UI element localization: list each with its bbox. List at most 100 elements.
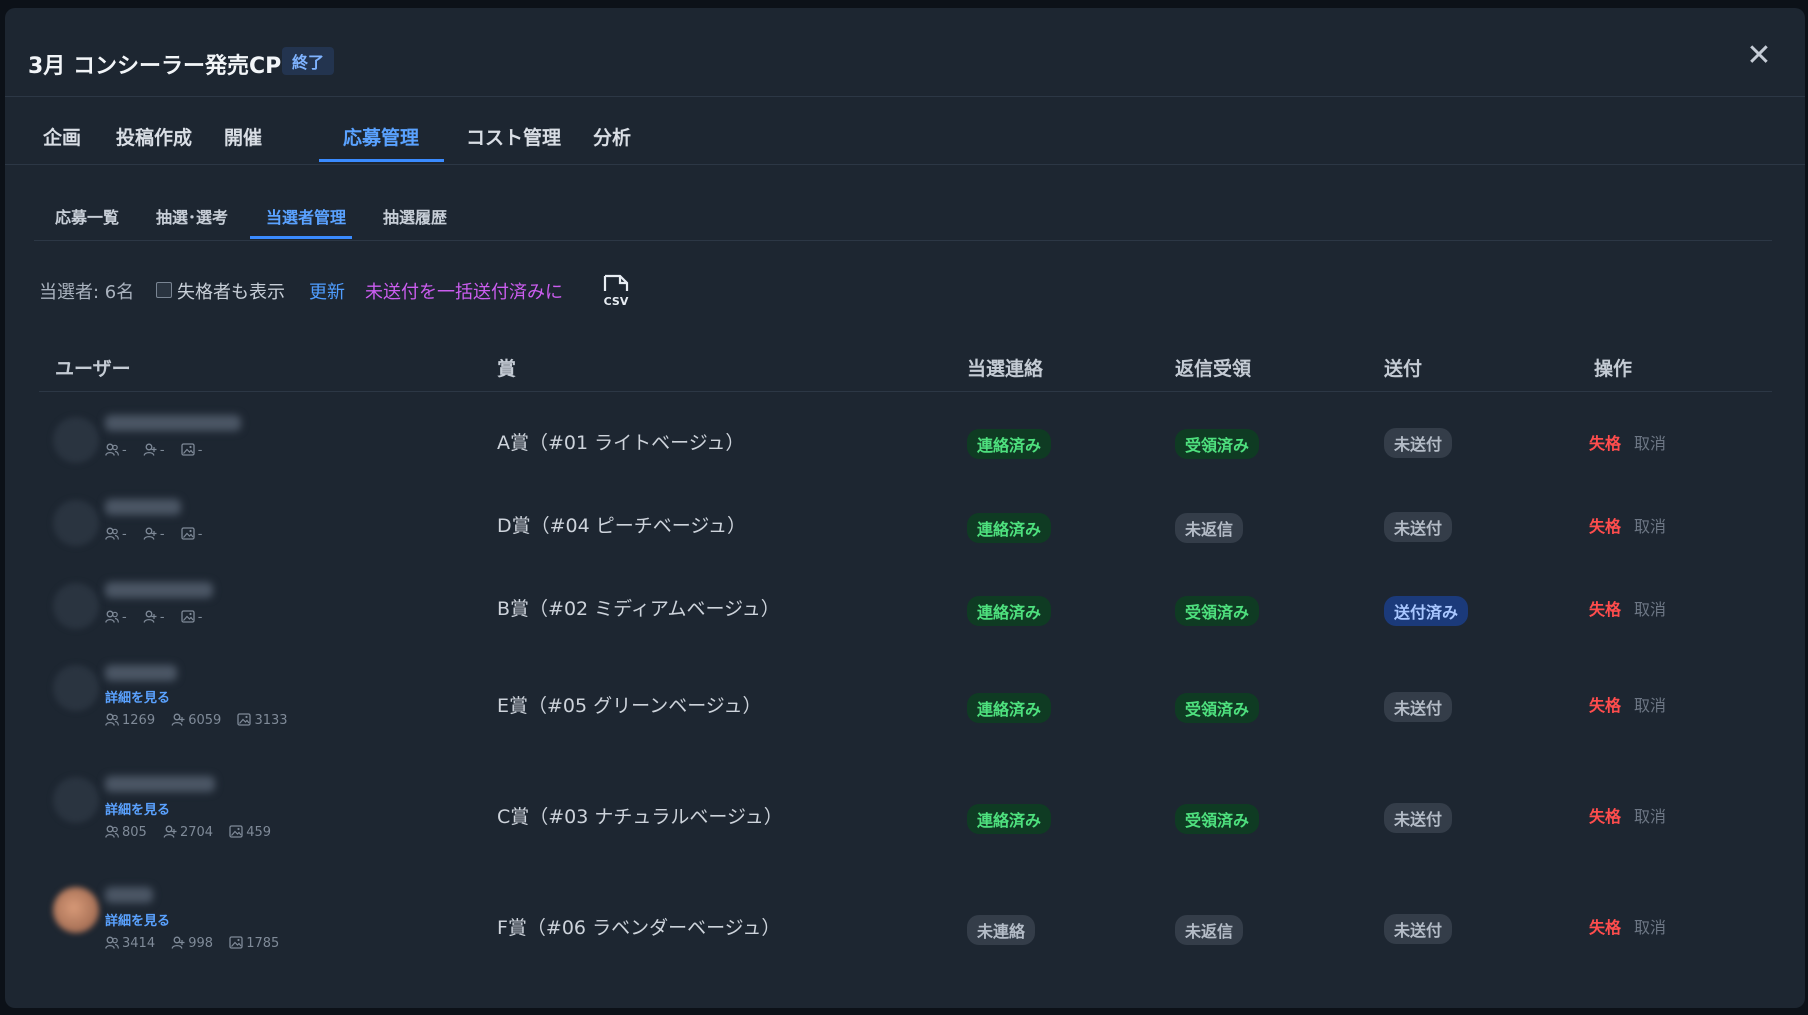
- cancel-button[interactable]: 取消: [1634, 803, 1666, 827]
- prize-name: D賞（#04 ピーチベージュ）: [497, 515, 747, 537]
- following-icon: [143, 443, 157, 456]
- disqualify-button[interactable]: 失格: [1589, 513, 1621, 537]
- tab-planning[interactable]: 企画: [43, 123, 81, 150]
- prize-name: A賞（#01 ライトベージュ）: [497, 432, 745, 454]
- shipping-status[interactable]: 未送付: [1384, 512, 1453, 542]
- winner-count: 当選者: 6名: [39, 282, 135, 303]
- tab-post-creation[interactable]: 投稿作成: [116, 123, 192, 150]
- avatar[interactable]: [53, 665, 99, 711]
- reply-status: 未返信: [1175, 915, 1244, 945]
- followers-icon: [105, 443, 119, 456]
- sub-tabs: 応募一覧 抽選･選考 当選者管理 抽選履歴: [34, 190, 1772, 241]
- followers-count: 3414: [122, 936, 156, 951]
- subtab-winner-management[interactable]: 当選者管理: [266, 204, 346, 228]
- shipping-status[interactable]: 未送付: [1384, 803, 1453, 833]
- avatar[interactable]: [53, 583, 99, 629]
- table-header: ユーザー 賞 当選連絡 返信受領 送付 操作: [39, 345, 1772, 392]
- cancel-button[interactable]: 取消: [1634, 430, 1666, 454]
- shipping-status[interactable]: 送付済み: [1384, 596, 1469, 626]
- tab-cost-management[interactable]: コスト管理: [466, 123, 561, 150]
- following-count: -: [159, 527, 165, 542]
- prize-name: E賞（#05 グリーンベージュ）: [497, 695, 762, 717]
- following-icon: [171, 713, 185, 726]
- posts-icon: [181, 610, 195, 623]
- refresh-link[interactable]: 更新: [309, 278, 345, 304]
- csv-download-icon[interactable]: CSV: [601, 274, 631, 308]
- username[interactable]: [105, 582, 213, 598]
- contact-status: 連絡済み: [967, 513, 1052, 543]
- winner-table: ユーザー 賞 当選連絡 返信受領 送付 操作 - - - A賞（#01 ライトベ…: [39, 345, 1772, 951]
- following-icon: [143, 527, 157, 540]
- following-count: 998: [188, 936, 214, 951]
- following-icon: [163, 825, 177, 838]
- shipping-status[interactable]: 未送付: [1384, 428, 1453, 458]
- tab-entry-management[interactable]: 応募管理: [343, 123, 419, 150]
- posts-icon: [181, 443, 195, 456]
- cancel-button[interactable]: 取消: [1634, 513, 1666, 537]
- campaign-modal: 3月 コンシーラー発売CP 終了 ✕ 企画 投稿作成 開催 応募管理 コスト管理…: [5, 8, 1805, 1008]
- contact-status: 連絡済み: [967, 804, 1052, 834]
- disqualify-button[interactable]: 失格: [1589, 430, 1621, 454]
- reply-status: 受領済み: [1175, 804, 1260, 834]
- winner-toolbar: 当選者: 6名 失格者も表示 更新 未送付を一括送付済みに CSV: [39, 274, 739, 308]
- contact-status: 連絡済み: [967, 693, 1052, 723]
- view-details-link[interactable]: 詳細を見る: [105, 687, 170, 706]
- following-icon: [143, 610, 157, 623]
- subtab-lottery-history[interactable]: 抽選履歴: [383, 204, 447, 228]
- posts-count: -: [197, 443, 203, 458]
- shipping-status[interactable]: 未送付: [1384, 692, 1453, 722]
- tab-analysis[interactable]: 分析: [593, 123, 631, 150]
- contact-status: 連絡済み: [967, 429, 1052, 459]
- col-user: ユーザー: [55, 358, 131, 380]
- username[interactable]: [105, 415, 241, 431]
- user-stats: - - -: [105, 527, 214, 542]
- main-tabs: 企画 投稿作成 開催 応募管理 コスト管理 分析: [5, 97, 1805, 165]
- reply-status: 受領済み: [1175, 693, 1260, 723]
- cancel-button[interactable]: 取消: [1634, 692, 1666, 716]
- col-contact: 当選連絡: [967, 358, 1044, 380]
- avatar[interactable]: [53, 500, 99, 546]
- view-details-link[interactable]: 詳細を見る: [105, 799, 170, 818]
- subtab-lottery[interactable]: 抽選･選考: [156, 204, 228, 228]
- shipping-status[interactable]: 未送付: [1384, 914, 1453, 944]
- disqualify-button[interactable]: 失格: [1589, 596, 1621, 620]
- user-stats: 3414 998 1785: [105, 936, 291, 951]
- user-stats: 805 2704 459: [105, 825, 283, 840]
- cancel-button[interactable]: 取消: [1634, 596, 1666, 620]
- avatar[interactable]: [53, 887, 99, 933]
- username[interactable]: [105, 499, 181, 515]
- username[interactable]: [105, 776, 215, 792]
- reply-status: 受領済み: [1175, 596, 1260, 626]
- show-disqualified-label[interactable]: 失格者も表示: [177, 278, 285, 304]
- following-count: -: [159, 443, 165, 458]
- view-details-link[interactable]: 詳細を見る: [105, 910, 170, 929]
- page-title: 3月 コンシーラー発売CP: [28, 54, 282, 79]
- cancel-button[interactable]: 取消: [1634, 914, 1666, 938]
- close-icon[interactable]: ✕: [1743, 40, 1775, 72]
- user-stats: - - -: [105, 443, 214, 458]
- posts-icon: [237, 713, 252, 726]
- posts-count: 459: [246, 825, 272, 840]
- tab-event[interactable]: 開催: [224, 123, 262, 150]
- prize-name: C賞（#03 ナチュラルベージュ）: [497, 806, 783, 828]
- subtab-entry-list[interactable]: 応募一覧: [55, 204, 119, 228]
- disqualify-button[interactable]: 失格: [1589, 914, 1621, 938]
- show-disqualified-checkbox[interactable]: [156, 282, 172, 298]
- disqualify-button[interactable]: 失格: [1589, 692, 1621, 716]
- username[interactable]: [105, 665, 177, 681]
- contact-status: 連絡済み: [967, 596, 1052, 626]
- active-subtab-indicator: [250, 236, 352, 239]
- bulk-mark-sent-link[interactable]: 未送付を一括送付済みに: [365, 278, 563, 304]
- posts-count: -: [197, 527, 203, 542]
- followers-count: -: [122, 610, 127, 625]
- disqualify-button[interactable]: 失格: [1589, 803, 1621, 827]
- prize-name: B賞（#02 ミディアムベージュ）: [497, 598, 780, 620]
- username[interactable]: [105, 887, 153, 903]
- following-count: -: [159, 610, 165, 625]
- avatar[interactable]: [53, 777, 99, 823]
- avatar[interactable]: [53, 417, 99, 463]
- col-prize: 賞: [497, 358, 517, 380]
- posts-icon: [229, 825, 243, 838]
- followers-count: -: [122, 527, 127, 542]
- followers-icon: [105, 825, 119, 838]
